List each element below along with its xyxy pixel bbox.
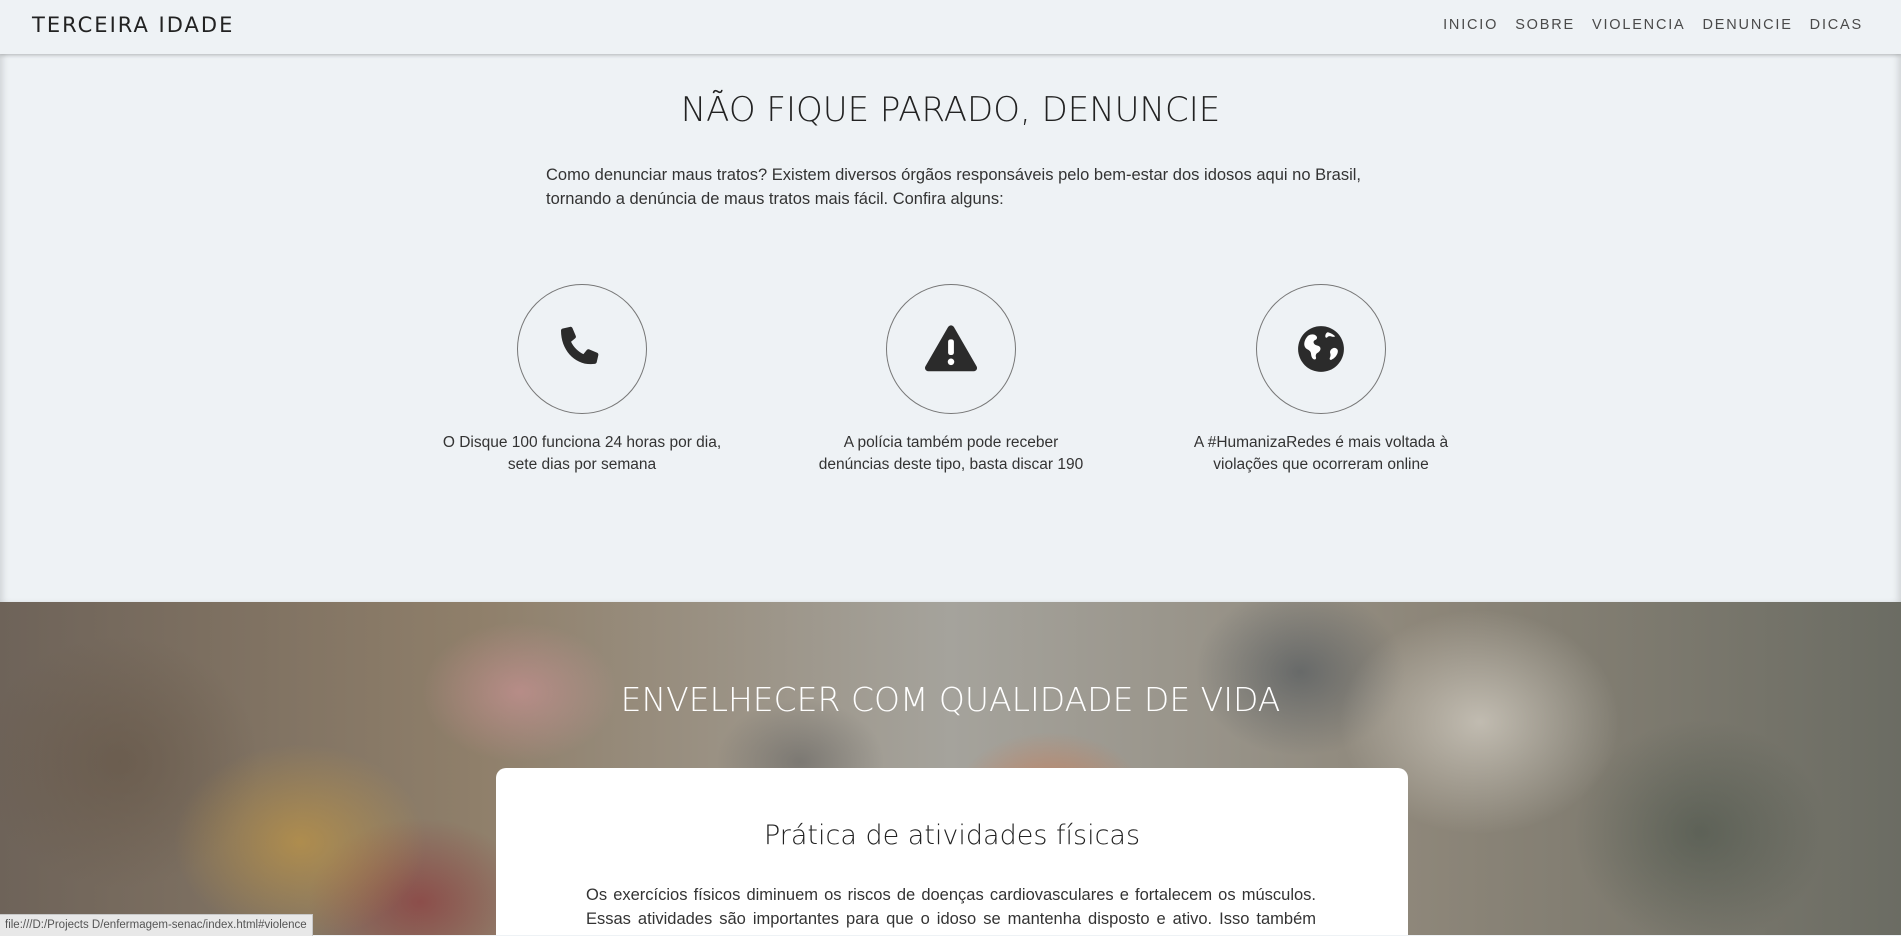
icon-circle xyxy=(886,284,1016,414)
card-text-line1: A #HumanizaRedes é mais voltada à xyxy=(1193,434,1449,451)
card-text: A #HumanizaRedes é mais voltada à violaç… xyxy=(1171,432,1471,476)
section-title: NÃO FIQUE PARADO, DENUNCIE xyxy=(680,90,1221,130)
nav-link-sobre[interactable]: SOBRE xyxy=(1515,17,1575,33)
icon-circle xyxy=(1256,284,1386,414)
icon-circle xyxy=(517,284,647,414)
warning-icon xyxy=(924,325,978,372)
nav-links: INICIO SOBRE VIOLENCIA DENUNCIE DICAS xyxy=(1443,17,1863,33)
card-text-line1: A polícia também pode receber xyxy=(843,434,1059,451)
tip-card-title: Prática de atividades físicas xyxy=(763,820,1141,851)
brand-logo[interactable]: TERCEIRA IDADE xyxy=(32,13,234,37)
qualidade-de-vida-section: ENVELHECER COM QUALIDADE DE VIDA Prática… xyxy=(0,602,1901,935)
nav-link-dicas[interactable]: DICAS xyxy=(1810,17,1863,33)
browser-status-bar: file:///D:/Projects D/enfermagem-senac/i… xyxy=(0,914,313,936)
nav-link-violencia[interactable]: VIOLENCIA xyxy=(1592,17,1686,33)
nav-link-denuncie[interactable]: DENUNCIE xyxy=(1703,17,1793,33)
card-text-line2: violações que ocorreram online xyxy=(1213,456,1429,473)
phone-icon xyxy=(561,326,599,365)
nav-link-inicio[interactable]: INICIO xyxy=(1443,17,1498,33)
card-text-line2: sete dias por semana xyxy=(507,456,657,473)
denuncie-section: NÃO FIQUE PARADO, DENUNCIE Como denuncia… xyxy=(0,54,1901,602)
tip-card-text: Os exercícios físicos diminuem os riscos… xyxy=(586,886,1316,935)
card-text: A polícia também pode receber denúncias … xyxy=(801,432,1101,476)
contact-card-humanizaredes: A #HumanizaRedes é mais voltada à violaç… xyxy=(1171,284,1471,476)
section-title: ENVELHECER COM QUALIDADE DE VIDA xyxy=(620,680,1281,719)
card-text-line2: denúncias deste tipo, basta discar 190 xyxy=(818,456,1084,473)
navbar: TERCEIRA IDADE INICIO SOBRE VIOLENCIA DE… xyxy=(0,0,1901,54)
contact-card-policia: A polícia também pode receber denúncias … xyxy=(801,284,1101,476)
card-text-line1: O Disque 100 funciona 24 horas por dia, xyxy=(442,434,722,451)
contact-card-disque-100: O Disque 100 funciona 24 horas por dia, … xyxy=(432,284,732,476)
globe-icon xyxy=(1298,326,1344,372)
intro-text: Como denunciar maus tratos? Existem dive… xyxy=(546,166,1361,208)
tip-card: Prática de atividades físicas Os exercíc… xyxy=(496,768,1408,935)
card-text: O Disque 100 funciona 24 horas por dia, … xyxy=(432,432,732,476)
